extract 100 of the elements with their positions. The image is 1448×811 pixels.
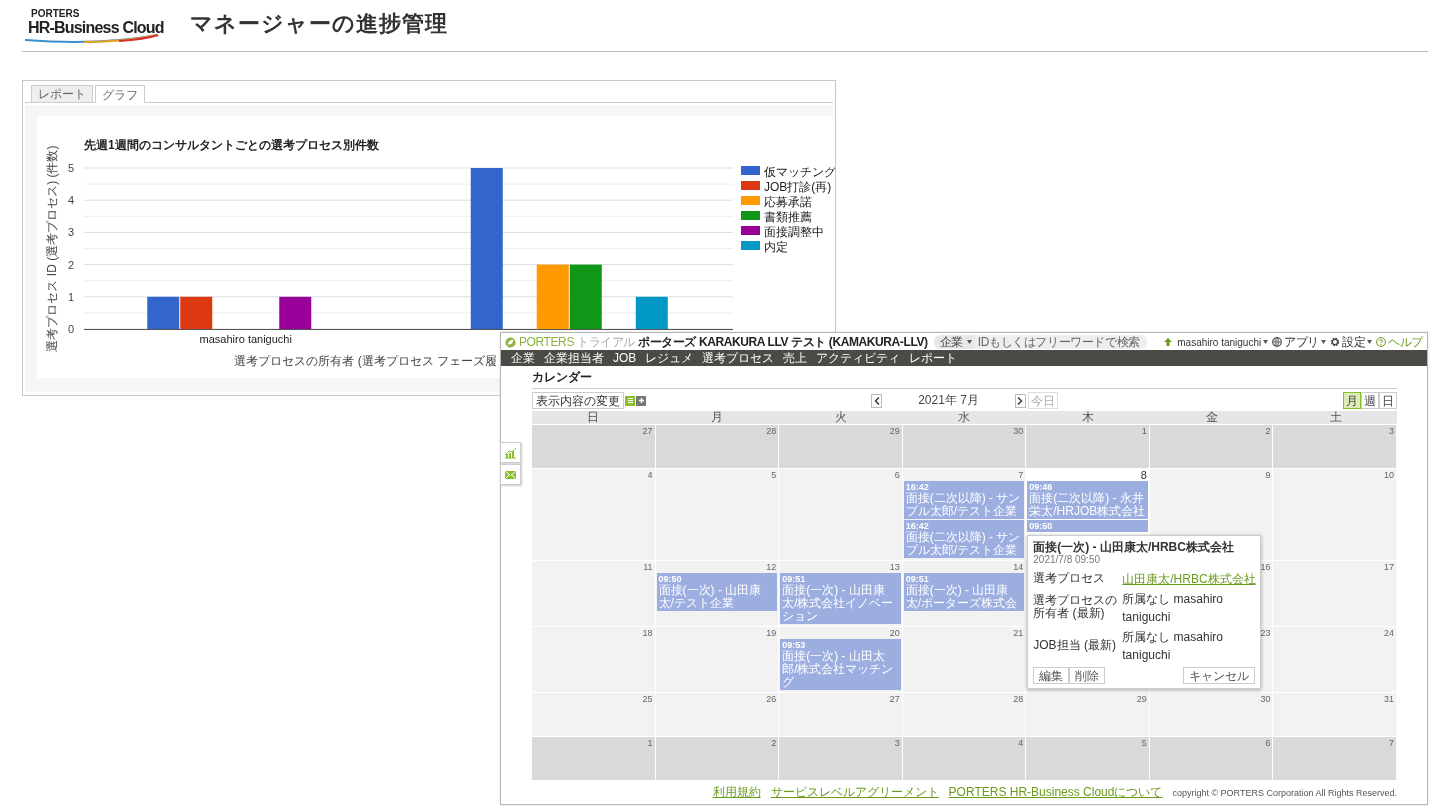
logo-text: HR-Business Cloud (27, 19, 164, 37)
date-number: 13 (889, 562, 901, 572)
field-label: JOB担当 (最新) (1033, 638, 1117, 652)
date-number: 29 (889, 426, 901, 436)
event-title: 面接(一次) - 山田康太/テスト企業 (658, 584, 763, 610)
date-number: 28 (766, 426, 778, 436)
chart-icon (504, 446, 517, 459)
popup-button[interactable]: 削除 (1069, 667, 1106, 684)
popup-datetime: 2021/7/8 09:50 (1033, 554, 1101, 566)
previous-button[interactable] (871, 393, 883, 408)
weekday-label: 月 (710, 411, 725, 424)
bar (536, 264, 569, 329)
apps-menu[interactable]: アプリ (1272, 335, 1326, 349)
caret-icon (966, 340, 972, 344)
date-number: 2 (771, 738, 778, 748)
nav-item[interactable]: 企業 (511, 350, 535, 366)
event-title: 面接(二次以降) - サンプル太郎/テスト企業 (905, 492, 1022, 518)
date-number: 25 (642, 694, 654, 704)
axis-tick-label: 0 (67, 323, 74, 335)
footer-link[interactable]: 利用規約 (712, 784, 761, 801)
date-number: 7 (1018, 470, 1025, 480)
axis-tick-label: 5 (67, 162, 74, 174)
popup-button[interactable]: 編集 (1033, 667, 1070, 684)
date-number: 21 (1013, 628, 1025, 638)
category-label: masahiro taniguchi (199, 333, 292, 345)
event-title: 面接(一次) - 山田康太/ポーターズ株式会 (905, 584, 1019, 610)
weekday-label: 水 (957, 411, 972, 424)
list-icon (626, 397, 634, 404)
date-number: 3 (1388, 426, 1395, 436)
next-button[interactable] (1014, 393, 1026, 408)
date-number: 16 (1260, 562, 1272, 572)
date-number: 3 (894, 738, 901, 748)
date-number: 26 (766, 694, 778, 704)
date-number: 4 (647, 470, 654, 480)
nav-item[interactable]: レポート (909, 350, 958, 366)
settings-menu[interactable]: 設定 (1330, 335, 1373, 349)
leaf-icon (505, 336, 516, 348)
weekday-label: 土 (1328, 411, 1343, 424)
event-time: 09:51 (905, 574, 930, 584)
view-toggle[interactable]: 週 (1361, 392, 1379, 409)
date-number: 5 (771, 470, 778, 480)
chevron-right-icon (1017, 396, 1024, 405)
chart-title: 先週1週間のコンサルタントごとの選考プロセス別件数 (84, 138, 379, 152)
search-field[interactable]: IDもしくはフリーワードで検索 (974, 335, 1147, 349)
axis-title: 選考プロセスの所有者 (選考プロセス フェーズ履 (234, 354, 497, 368)
view-toggle[interactable]: 月 (1343, 392, 1361, 409)
nav-item[interactable]: 売上 (783, 350, 808, 366)
bar (180, 296, 213, 329)
event-time: 09:46 (1029, 482, 1054, 492)
settings-icon (1330, 337, 1340, 347)
brand-name: PORTERS (30, 9, 81, 19)
event-title: 面接(二次以降) - サンプル太郎/テスト企業 (905, 531, 1022, 557)
footer-link[interactable]: サービスレベルアグリーメント (770, 784, 939, 801)
event-title: 面接(一次) - 山田康太/株式会社イノベーション (782, 584, 895, 623)
date-number: 23 (1260, 628, 1272, 638)
axis-tick-label: 4 (67, 194, 74, 207)
tab[interactable]: レポート (31, 85, 93, 102)
date-number: 6 (894, 470, 901, 480)
upload-icon (1163, 337, 1174, 347)
caret-icon (1367, 340, 1373, 344)
date-number: 30 (1013, 426, 1025, 436)
date-number: 18 (642, 628, 654, 638)
globe-icon (1272, 337, 1283, 347)
nav-item[interactable]: アクティビティ (816, 350, 901, 366)
caret-icon (1321, 340, 1326, 344)
edition-label: トライアル (577, 333, 635, 351)
date-number: 29 (1136, 694, 1148, 704)
date-number: 31 (1383, 694, 1395, 704)
nav-item[interactable]: JOB (613, 350, 637, 366)
legend-label: 書類推薦 (764, 209, 812, 224)
month-label: 2021年 7月 (917, 392, 980, 409)
date-number: 28 (1013, 694, 1025, 704)
scope-dropdown[interactable]: 企業 (933, 335, 975, 349)
nav-item[interactable]: レジュメ (645, 350, 694, 366)
legend-label: 内定 (764, 239, 788, 254)
axis-tick-label: 2 (67, 258, 74, 271)
user-menu[interactable]: masahiro taniguchi (1177, 335, 1269, 349)
nav-item[interactable]: 選考プロセス (702, 350, 775, 366)
date-number: 1 (647, 738, 654, 748)
page-heading: カレンダー (532, 366, 1397, 389)
cancel-button[interactable]: キャンセル (1183, 667, 1256, 684)
date-number: 8 (1140, 470, 1148, 480)
date-number: 24 (1383, 628, 1395, 638)
date-number: 9 (1265, 470, 1272, 480)
date-number: 30 (1260, 694, 1272, 704)
page-title: マネージャーの進捗管理 (190, 10, 448, 38)
display-settings-button[interactable]: 表示内容の変更 (532, 392, 624, 409)
date-number: 4 (1018, 738, 1025, 748)
field-value: 所属なし masahiro taniguchi (1122, 592, 1223, 624)
date-number: 27 (889, 694, 901, 704)
bar (635, 296, 668, 329)
view-toggle[interactable]: 日 (1379, 392, 1397, 409)
date-number: 10 (1383, 470, 1395, 480)
date-number: 11 (643, 562, 654, 572)
company-name: ポーターズ KARAKURA LLV テスト (KAMAKURA-LLV) (638, 333, 928, 351)
date-number: 1 (1141, 426, 1148, 436)
chevron-left-icon (873, 396, 880, 405)
nav-item[interactable]: 企業担当者 (544, 350, 604, 366)
add-button[interactable] (636, 395, 646, 406)
tab[interactable]: グラフ (95, 85, 145, 103)
